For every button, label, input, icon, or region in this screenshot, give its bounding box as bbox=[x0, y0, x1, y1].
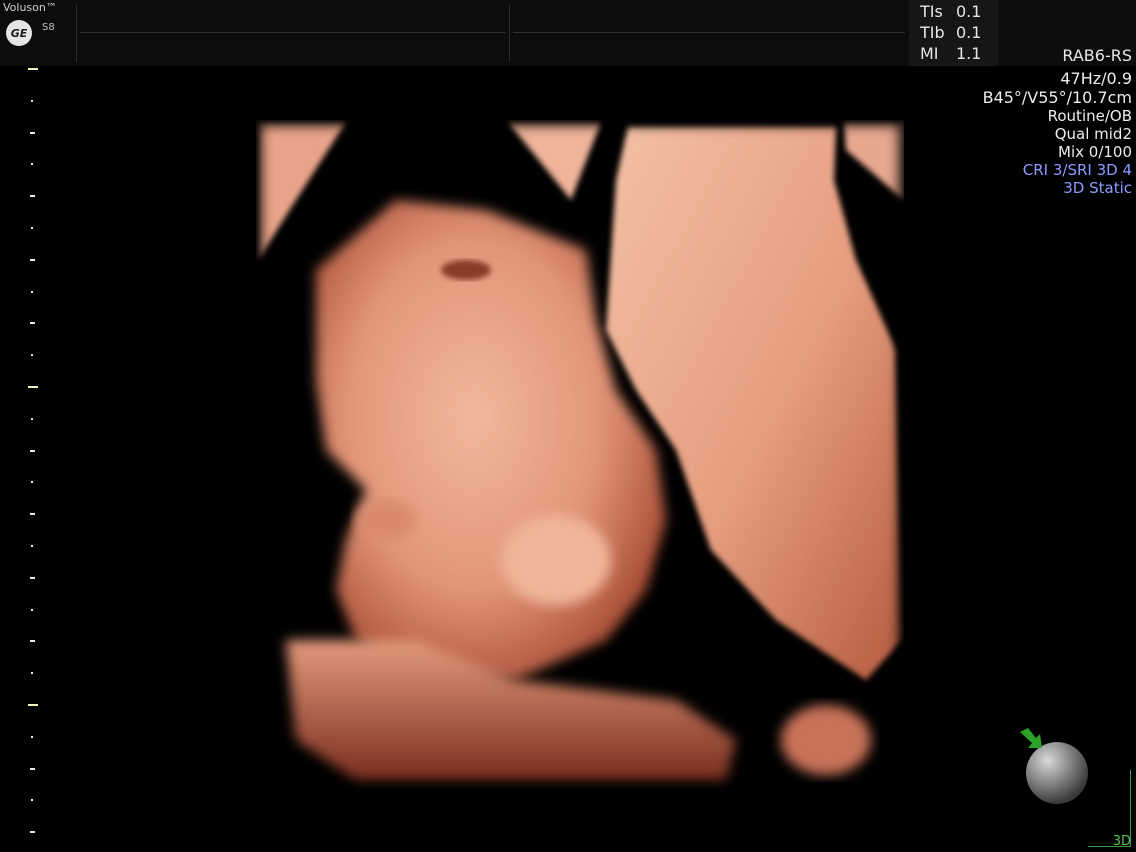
brand-name: Voluson™ bbox=[3, 1, 57, 14]
depth-tick bbox=[31, 545, 33, 547]
depth-tick bbox=[31, 227, 33, 229]
depth-tick bbox=[31, 608, 33, 611]
depth-tick bbox=[31, 799, 33, 802]
green-arrow-icon bbox=[1020, 728, 1042, 748]
quality: Qual mid2 bbox=[1054, 125, 1132, 143]
depth-tick bbox=[30, 195, 35, 198]
fetal-limb bbox=[781, 705, 871, 775]
depth-tick bbox=[31, 417, 33, 420]
mix: Mix 0/100 bbox=[1058, 143, 1132, 161]
depth-tick bbox=[30, 831, 35, 834]
header-line bbox=[513, 32, 905, 33]
depth-tick bbox=[28, 68, 38, 70]
index-tis: TIs 0.1 bbox=[920, 2, 982, 21]
ge-logo-icon: GE bbox=[6, 20, 32, 46]
acquisition-info: 47Hz/0.9 B45°/V55°/10.7cm Routine/OB Qua… bbox=[983, 69, 1132, 197]
index-tib: TIb 0.1 bbox=[920, 23, 982, 42]
mode-3d-label: 3D bbox=[1112, 834, 1131, 849]
fetal-cheek bbox=[356, 500, 416, 540]
fetal-3d-render bbox=[256, 120, 904, 796]
fetal-nose bbox=[501, 515, 611, 605]
depth-tick bbox=[31, 354, 33, 357]
depth-tick bbox=[31, 735, 33, 738]
filters: CRI 3/SRI 3D 4 bbox=[1022, 161, 1132, 179]
header-divider bbox=[76, 4, 77, 62]
depth-tick bbox=[31, 163, 33, 166]
render-mode: 3D Static bbox=[1063, 179, 1132, 197]
depth-tick bbox=[30, 767, 35, 770]
frame-rate: 47Hz/0.9 bbox=[1060, 69, 1132, 88]
model-name: S8 bbox=[42, 22, 55, 33]
probe-name: RAB6-RS bbox=[1062, 46, 1132, 65]
depth-tick bbox=[31, 672, 33, 675]
volume-angles: B45°/V55°/10.7cm bbox=[982, 88, 1132, 107]
depth-tick bbox=[30, 258, 35, 261]
depth-tick bbox=[30, 131, 35, 134]
depth-tick bbox=[31, 99, 33, 102]
depth-tick bbox=[30, 576, 35, 579]
depth-tick bbox=[28, 704, 38, 706]
depth-scale bbox=[28, 64, 42, 844]
index-mi: MI 1.1 bbox=[920, 44, 982, 63]
header-line bbox=[80, 32, 506, 33]
depth-tick bbox=[31, 290, 33, 293]
header-bar: Voluson™ GE S8 TIs 0.1 TIb 0.1 MI 1.1 RAB6-… bbox=[0, 0, 1136, 66]
depth-tick bbox=[30, 449, 35, 452]
depth-tick bbox=[28, 386, 38, 388]
orientation-sphere-icon[interactable] bbox=[1014, 726, 1094, 808]
preset: Routine/OB bbox=[1047, 107, 1132, 125]
header-divider bbox=[509, 4, 510, 62]
depth-tick bbox=[31, 481, 33, 484]
fetal-eye bbox=[441, 260, 491, 280]
depth-tick bbox=[30, 513, 35, 516]
depth-tick bbox=[30, 322, 35, 325]
depth-tick bbox=[30, 640, 35, 643]
